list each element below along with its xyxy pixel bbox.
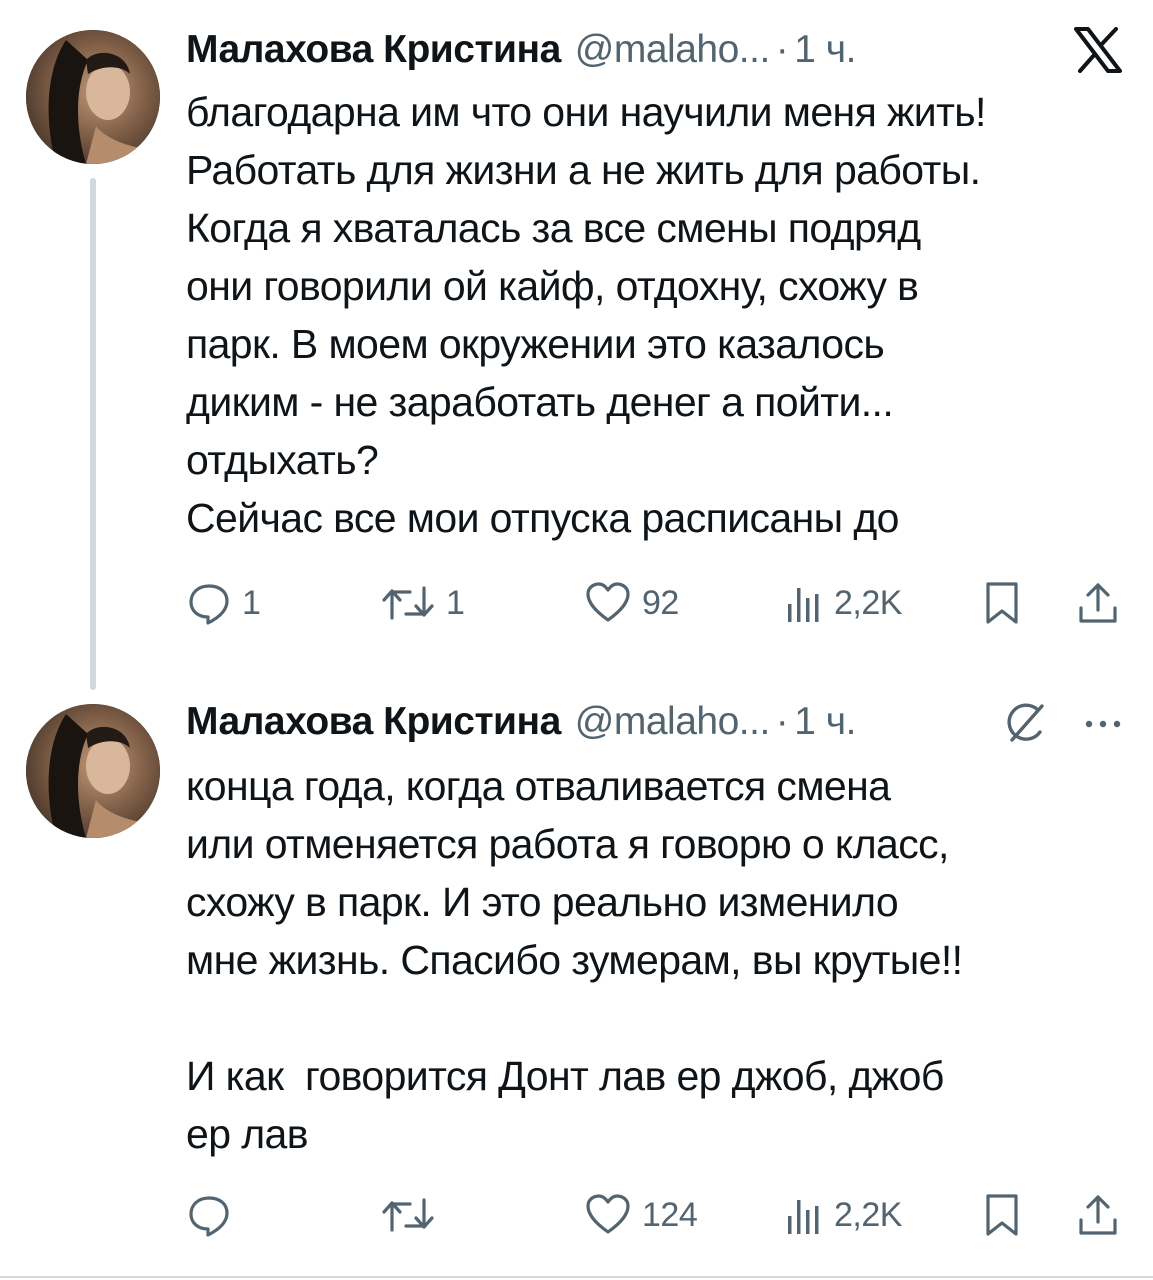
more-icon[interactable]	[1082, 714, 1124, 734]
post-time[interactable]: 1 ч.	[794, 700, 856, 744]
like-count: 124	[642, 1195, 698, 1234]
tweet-1[interactable]: Малахова Кристина @malaho... · 1 ч. благ…	[0, 0, 1153, 690]
reply-icon	[189, 1196, 229, 1237]
reply-button[interactable]	[186, 1190, 242, 1240]
grok-icon[interactable]	[1000, 698, 1050, 748]
repost-button[interactable]	[380, 1190, 446, 1240]
header-separator: ·	[775, 700, 789, 743]
like-button[interactable]: 124	[584, 1190, 698, 1240]
views-count: 2,2K	[834, 1195, 902, 1234]
repost-icon	[382, 586, 434, 620]
like-count: 92	[642, 583, 679, 622]
tweet-actions: 1 1 92 2,2K	[186, 578, 1126, 628]
avatar[interactable]	[26, 704, 160, 838]
bookmark-button[interactable]	[982, 1190, 1022, 1240]
tweet-text: благодарна им что они научили меня жить!…	[186, 89, 986, 541]
post-time[interactable]: 1 ч.	[794, 28, 856, 72]
bookmark-icon	[986, 1194, 1018, 1236]
avatar-photo	[26, 704, 160, 838]
views-button[interactable]: 2,2K	[784, 578, 902, 628]
thread-connector-line	[90, 178, 96, 690]
repost-count: 1	[446, 583, 465, 622]
author-name[interactable]: Малахова Кристина	[186, 28, 561, 72]
avatar[interactable]	[26, 30, 160, 164]
tweet-actions: 124 2,2K	[186, 1190, 1126, 1240]
views-count: 2,2K	[834, 583, 902, 622]
views-button[interactable]: 2,2K	[784, 1190, 902, 1240]
share-icon	[1079, 583, 1117, 623]
author-handle[interactable]: @malaho...	[575, 28, 771, 72]
tweet-header: Малахова Кристина @malaho... · 1 ч.	[186, 698, 856, 746]
repost-icon	[382, 1198, 434, 1232]
author-name[interactable]: Малахова Кристина	[186, 700, 561, 744]
like-button[interactable]: 92	[584, 578, 679, 628]
tweet-header: Малахова Кристина @malaho... · 1 ч.	[186, 26, 856, 74]
divider	[0, 1276, 1153, 1278]
bookmark-icon	[986, 582, 1018, 624]
bookmark-button[interactable]	[982, 578, 1022, 628]
tweet-2[interactable]: Малахова Кристина @malaho... · 1 ч. конц…	[0, 690, 1153, 1276]
header-separator: ·	[775, 28, 789, 71]
tweet-text: конца года, когда отваливается смена или…	[186, 763, 963, 1157]
share-button[interactable]	[1076, 578, 1120, 628]
heart-icon	[586, 582, 630, 622]
author-handle[interactable]: @malaho...	[575, 700, 771, 744]
reply-count: 1	[242, 583, 261, 622]
x-logo-icon	[1072, 26, 1124, 74]
views-chart-icon	[788, 1200, 819, 1234]
reply-icon	[189, 584, 229, 625]
repost-button[interactable]: 1	[380, 578, 465, 628]
avatar-photo	[26, 30, 160, 164]
views-chart-icon	[788, 588, 819, 622]
reply-button[interactable]: 1	[186, 578, 261, 628]
share-icon	[1079, 1195, 1117, 1235]
heart-icon	[586, 1194, 630, 1234]
share-button[interactable]	[1076, 1190, 1120, 1240]
